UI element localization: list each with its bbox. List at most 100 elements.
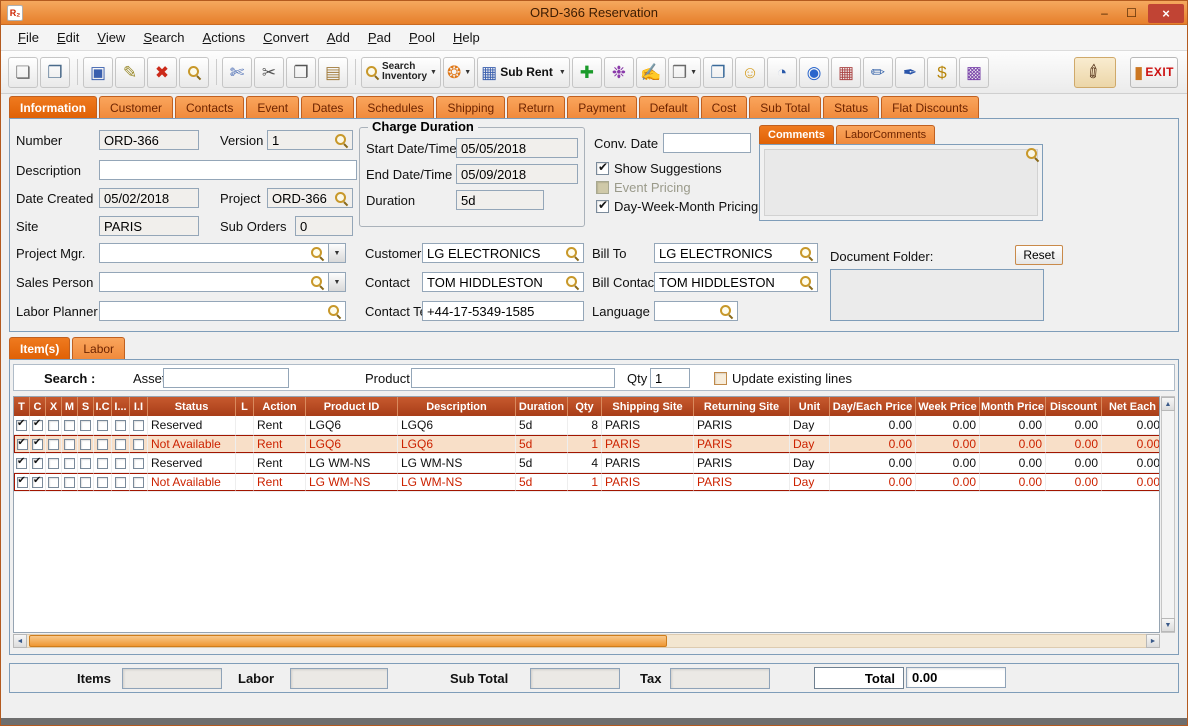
row-checkbox[interactable] <box>115 477 126 488</box>
tab-dates[interactable]: Dates <box>301 96 354 118</box>
horizontal-scroll-thumb[interactable] <box>29 635 667 647</box>
column-header[interactable]: Returning Site <box>694 397 790 416</box>
customer-lookup-icon[interactable] <box>565 246 579 260</box>
labor-planner-lookup-icon[interactable] <box>327 304 341 318</box>
table-row[interactable]: ReservedRentLG WM-NSLG WM-NS5d4PARISPARI… <box>14 454 1159 473</box>
version-lookup-icon[interactable] <box>334 133 348 147</box>
tab-event[interactable]: Event <box>246 96 299 118</box>
table-row[interactable]: Not AvailableRentLG WM-NSLG WM-NS5d1PARI… <box>14 473 1159 492</box>
language-field[interactable] <box>654 301 738 321</box>
column-header[interactable]: Action <box>254 397 306 416</box>
menu-convert[interactable]: Convert <box>254 27 318 48</box>
paste-button[interactable]: ▤ <box>318 57 348 88</box>
qty-input[interactable]: 1 <box>650 368 690 388</box>
pages-button[interactable]: ❒▼ <box>668 57 701 88</box>
row-checkbox[interactable] <box>48 420 59 431</box>
column-header[interactable]: Duration <box>516 397 568 416</box>
comments-textarea[interactable] <box>759 144 1043 221</box>
row-checkbox[interactable] <box>16 420 27 431</box>
row-checkbox[interactable] <box>32 420 43 431</box>
tab-payment[interactable]: Payment <box>567 96 636 118</box>
tab-flat-discounts[interactable]: Flat Discounts <box>881 96 979 118</box>
tab-default[interactable]: Default <box>639 96 699 118</box>
row-checkbox[interactable] <box>97 439 108 450</box>
row-checkbox[interactable] <box>17 439 28 450</box>
column-header[interactable]: I.C <box>94 397 112 416</box>
money-button[interactable]: $ <box>927 57 957 88</box>
tab-customer[interactable]: Customer <box>99 96 173 118</box>
project-mgr-dropdown-button[interactable]: ▼ <box>329 243 346 263</box>
column-header[interactable]: Status <box>148 397 236 416</box>
contact-field[interactable]: TOM HIDDLESTON <box>422 272 584 292</box>
row-checkbox[interactable] <box>80 420 91 431</box>
scroll-right-button[interactable]: ► <box>1146 634 1160 648</box>
items-tab-labor[interactable]: Labor <box>72 337 125 359</box>
row-checkbox[interactable] <box>32 477 43 488</box>
row-checkbox[interactable] <box>115 439 126 450</box>
tab-return[interactable]: Return <box>507 96 565 118</box>
smiley-button[interactable]: ☺ <box>735 57 765 88</box>
items-tab-item-s[interactable]: Item(s) <box>9 337 70 359</box>
column-header[interactable]: Product ID <box>306 397 398 416</box>
document-folder-box[interactable] <box>830 269 1044 321</box>
version-field[interactable]: 1 <box>267 130 353 150</box>
description-field[interactable] <box>99 160 357 180</box>
tab-status[interactable]: Status <box>823 96 879 118</box>
menu-help[interactable]: Help <box>444 27 489 48</box>
comments-text-area[interactable] <box>764 149 1038 216</box>
sub-orders-field[interactable]: 0 <box>295 216 353 236</box>
clock-button[interactable]: ◔ <box>767 57 797 88</box>
row-checkbox[interactable] <box>133 420 144 431</box>
sales-person-dropdown-button[interactable]: ▼ <box>329 272 346 292</box>
delete-button[interactable]: ✖ <box>147 57 177 88</box>
notes-button[interactable]: ✍ <box>636 57 666 88</box>
column-header[interactable]: Qty <box>568 397 602 416</box>
wand-button[interactable]: ✐ <box>1074 57 1116 88</box>
column-header[interactable]: Description <box>398 397 516 416</box>
row-checkbox[interactable] <box>48 477 59 488</box>
column-header[interactable]: M <box>62 397 78 416</box>
project-mgr-field[interactable] <box>99 243 329 263</box>
number-field[interactable]: ORD-366 <box>99 130 199 150</box>
cut-button[interactable]: ✂ <box>254 57 284 88</box>
conv-date-field[interactable] <box>663 133 751 153</box>
labor-planner-field[interactable] <box>99 301 346 321</box>
column-header[interactable]: C <box>30 397 46 416</box>
print-button[interactable]: ❒ <box>40 57 70 88</box>
row-checkbox[interactable] <box>80 439 91 450</box>
add-line-button[interactable]: ✚ <box>572 57 602 88</box>
copy-button[interactable]: ❐ <box>286 57 316 88</box>
sales-person-field[interactable] <box>99 272 329 292</box>
row-checkbox[interactable] <box>64 420 75 431</box>
row-checkbox[interactable] <box>97 420 108 431</box>
site-field[interactable]: PARIS <box>99 216 199 236</box>
asset-search-input[interactable] <box>163 368 289 388</box>
menu-add[interactable]: Add <box>318 27 359 48</box>
row-checkbox[interactable] <box>80 477 91 488</box>
project-lookup-icon[interactable] <box>334 191 348 205</box>
menu-actions[interactable]: Actions <box>194 27 255 48</box>
bill-contact-lookup-icon[interactable] <box>799 275 813 289</box>
column-header[interactable]: Week Price <box>916 397 980 416</box>
project-mgr-lookup-icon[interactable] <box>310 246 324 260</box>
column-header[interactable]: S <box>78 397 94 416</box>
edit-pencil-button[interactable]: ✎ <box>115 57 145 88</box>
column-header[interactable]: T <box>14 397 30 416</box>
tab-sub-total[interactable]: Sub Total <box>749 96 821 118</box>
sub-rent-button[interactable]: ▦Sub Rent▼ <box>477 57 570 88</box>
row-checkbox[interactable] <box>97 458 108 469</box>
exit-button[interactable]: ▮EXIT <box>1130 57 1178 88</box>
column-header[interactable]: I.I <box>130 397 148 416</box>
row-checkbox[interactable] <box>97 477 108 488</box>
horizontal-scrollbar[interactable]: ◄ ► <box>13 634 1160 648</box>
bill-to-field[interactable]: LG ELECTRONICS <box>654 243 818 263</box>
menu-pool[interactable]: Pool <box>400 27 444 48</box>
tab-cost[interactable]: Cost <box>701 96 748 118</box>
product-search-input[interactable] <box>411 368 615 388</box>
row-checkbox[interactable] <box>32 458 43 469</box>
filter-button[interactable]: ❂▼ <box>443 57 475 88</box>
menu-view[interactable]: View <box>88 27 134 48</box>
row-checkbox[interactable] <box>133 458 144 469</box>
menu-edit[interactable]: Edit <box>48 27 88 48</box>
horizontal-scroll-track[interactable] <box>27 634 1146 648</box>
